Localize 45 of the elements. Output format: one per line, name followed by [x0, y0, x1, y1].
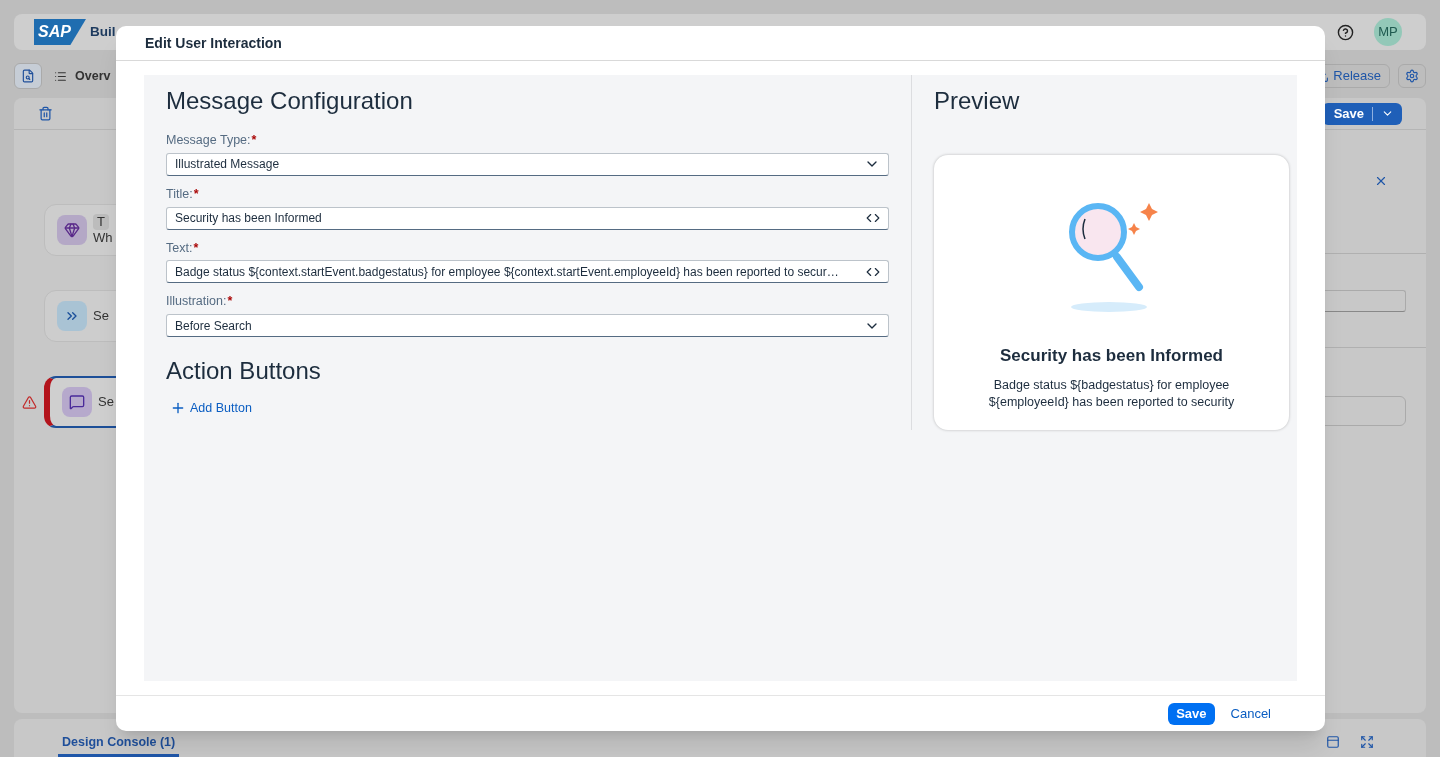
required-mark: *	[193, 239, 199, 257]
dialog-title: Edit User Interaction	[145, 33, 282, 53]
section-heading: Message Configuration	[166, 86, 414, 116]
select-field[interactable]: Before Search	[166, 314, 889, 337]
breadcrumb-link[interactable]: Overv	[75, 66, 111, 86]
required-mark: *	[193, 185, 199, 203]
node-label: Wh	[93, 230, 113, 247]
section-heading: Preview	[934, 86, 1021, 116]
trash-icon[interactable]	[38, 106, 53, 121]
add-button[interactable]: Add Button	[166, 399, 256, 418]
expression-field[interactable]: Security has been Informed	[166, 206, 889, 230]
field-label: Message Type:	[166, 132, 251, 149]
message-icon	[69, 394, 85, 410]
app-title: Buil	[90, 22, 116, 41]
sap-logo: SAP	[34, 19, 86, 45]
close-icon[interactable]	[1374, 174, 1388, 188]
field-value: Before Search	[175, 317, 252, 335]
select-field[interactable]: Illustrated Message	[166, 152, 889, 176]
field-label: Text:	[166, 239, 193, 257]
panel-icon[interactable]	[1326, 735, 1340, 749]
help-icon[interactable]	[1337, 23, 1354, 41]
settings-icon	[1405, 69, 1419, 83]
preview-title: Security has been Informed	[1000, 345, 1223, 367]
field-value: Illustrated Message	[175, 156, 280, 174]
field-value: Security has been Informed	[175, 210, 322, 227]
cancel-button[interactable]: Cancel	[1222, 702, 1279, 725]
node-label: Se	[93, 307, 109, 325]
field-label: Illustration:	[166, 293, 227, 311]
preview-description: Badge status ${badgestatus} for employee ${employeeId} has been reported to security	[987, 376, 1236, 411]
field-value: Badge status ${context.startEvent.badgestatus} for employee ${context.startEvent.employeeId} has been reported to secur…	[175, 263, 839, 281]
user-avatar[interactable]: MP	[1374, 18, 1402, 46]
node-label: Se	[98, 393, 114, 411]
settings-button[interactable]	[1398, 64, 1426, 88]
expand-icon[interactable]	[1360, 735, 1374, 749]
list-icon	[54, 69, 67, 83]
field-label: Title:	[166, 185, 193, 203]
save-button[interactable]: Save	[1168, 702, 1215, 725]
search-icon-button[interactable]	[14, 63, 42, 89]
code-icon	[866, 211, 880, 225]
section-heading: Action Buttons	[166, 356, 322, 386]
expression-field[interactable]: Badge status ${context.startEvent.badgestatus} for employee ${context.startEvent.employeeId} has been reported to secur…	[166, 260, 889, 284]
diamond-icon	[64, 222, 80, 238]
required-mark: *	[227, 293, 233, 311]
node-tag: T	[93, 213, 109, 230]
required-mark: *	[251, 132, 257, 149]
